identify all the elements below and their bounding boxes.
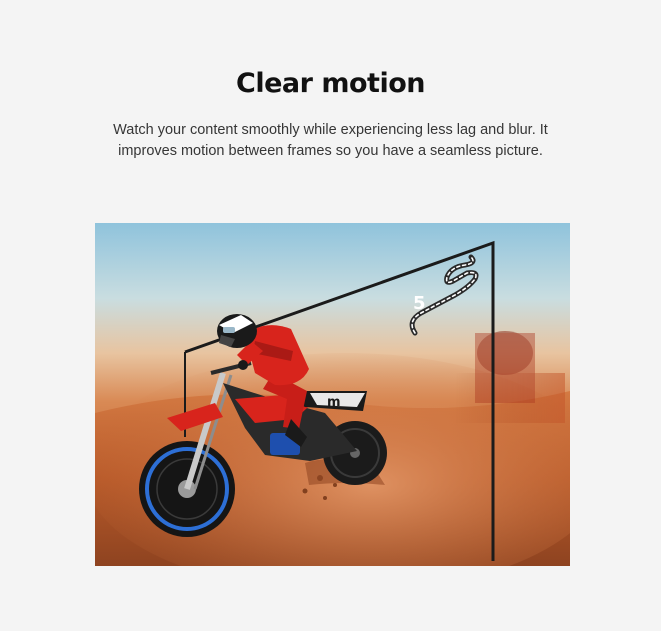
bike-number: m: [327, 395, 341, 410]
lap-number: 5: [413, 293, 426, 314]
feature-section: Clear motion Watch your content smoothly…: [0, 0, 661, 631]
feature-title: Clear motion: [236, 68, 425, 99]
hero-image: 5 m: [95, 223, 570, 566]
hero-illustration: 5 m: [95, 223, 570, 566]
feature-description: Watch your content smoothly while experi…: [113, 122, 548, 159]
